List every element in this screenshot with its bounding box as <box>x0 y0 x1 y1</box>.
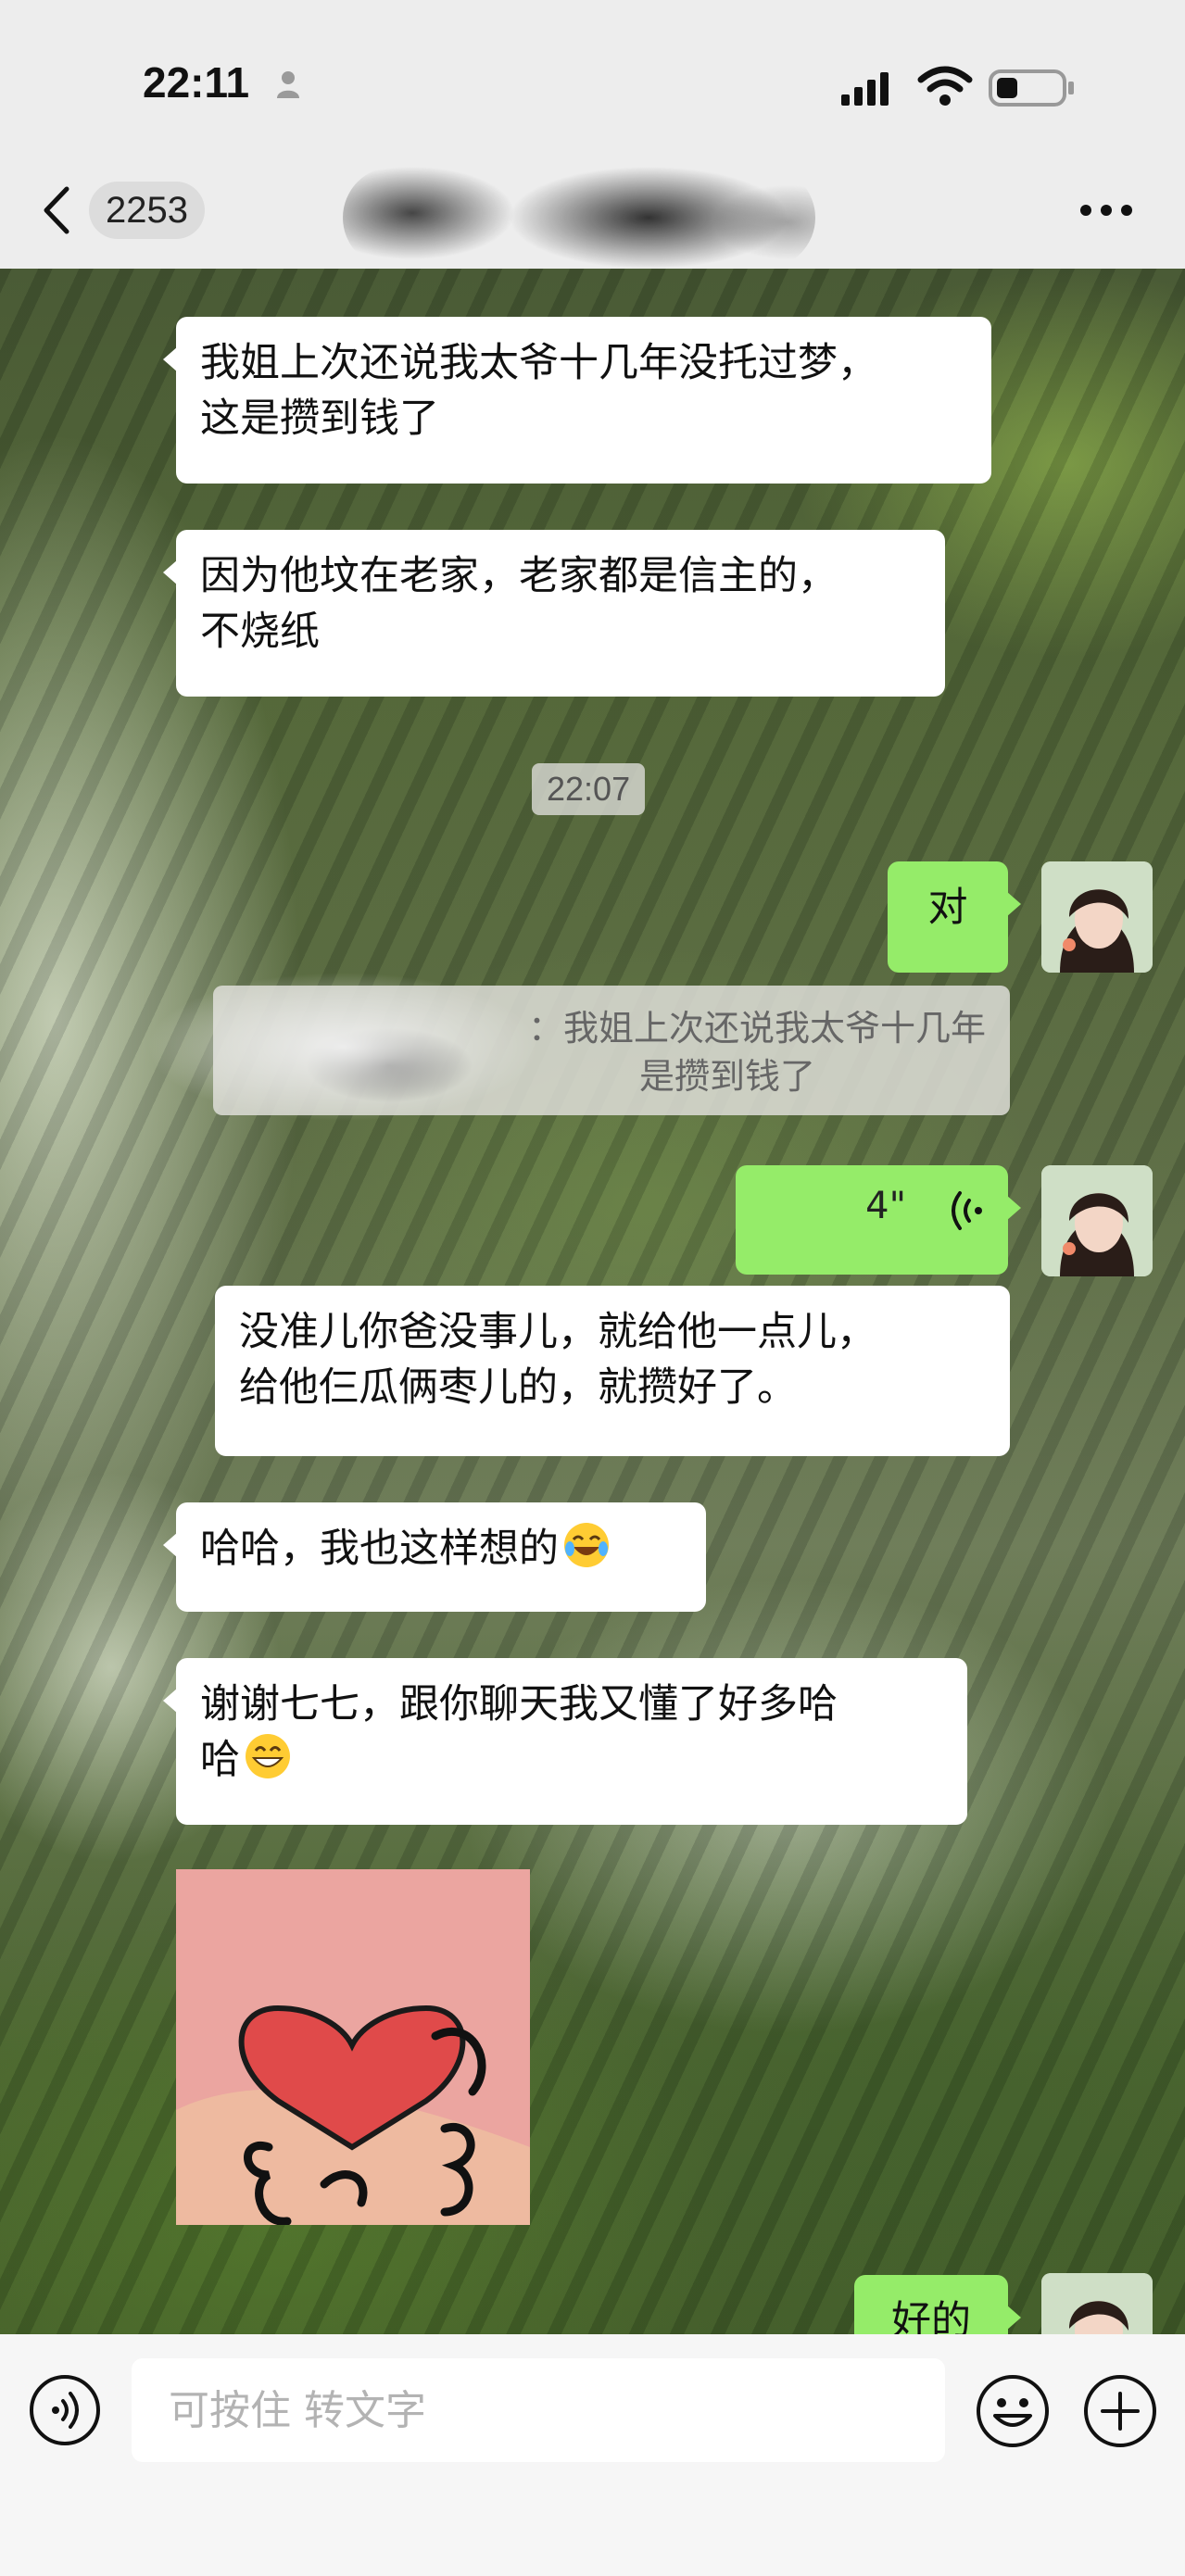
avatar[interactable] <box>1041 1165 1153 1276</box>
voice-duration: 4" <box>865 1185 906 1227</box>
message-text: 哈 <box>200 1737 240 1783</box>
voice-input-button[interactable] <box>28 2373 102 2447</box>
quote-sender-redacted <box>148 954 537 1139</box>
avatar-image <box>1041 1165 1153 1276</box>
message-text: 谢谢七七，跟你聊天我又懂了好多哈 <box>200 1681 838 1728</box>
status-time: 22:11 <box>143 58 250 107</box>
unread-count[interactable]: 2253 <box>89 182 205 239</box>
quote-text: 是攒到钱了 <box>639 1056 816 1097</box>
message-bubble[interactable]: 谢谢七七，跟你聊天我又懂了好多哈 哈 <box>163 1658 967 1825</box>
message-text: 我姐上次还说我太爷十几年没托过梦， <box>200 340 877 386</box>
message-text: 没准儿你爸没事儿，就给他一点儿， <box>239 1309 876 1355</box>
avatar[interactable] <box>1041 861 1153 973</box>
wifi-icon <box>917 66 973 106</box>
message-bubble[interactable]: 对 <box>888 861 1021 973</box>
back-icon[interactable] <box>41 185 72 235</box>
voice-message[interactable]: 4" <box>736 1165 1021 1275</box>
message-text: 不烧纸 <box>200 609 320 655</box>
avatar-image <box>1041 861 1153 973</box>
battery-icon <box>989 69 1074 107</box>
heart-hands-sticker[interactable] <box>176 1869 530 2225</box>
message-bubble[interactable]: 哈哈，我也这样想的 <box>163 1502 706 1612</box>
voice-wave-icon <box>952 1191 982 1230</box>
message-text: 这是攒到钱了 <box>200 396 439 442</box>
tears-of-joy-emoji <box>564 1523 609 1567</box>
message-text: 因为他坟在老家，老家都是信主的， <box>200 553 838 599</box>
message-bubble[interactable]: 因为他坟在老家，老家都是信主的， 不烧纸 <box>163 530 945 697</box>
signal-icon <box>841 72 889 106</box>
message-text: 哈哈，我也这样想的 <box>200 1526 559 1572</box>
message-text: 给他仨瓜俩枣儿的，就攒好了。 <box>239 1364 797 1411</box>
timestamp: 22:07 <box>532 763 646 815</box>
message-text: 对 <box>927 885 968 931</box>
message-bubble[interactable]: 我姐上次还说我太爷十几年没托过梦， 这是攒到钱了 <box>163 317 991 484</box>
grinning-emoji <box>246 1734 290 1778</box>
message-bubble[interactable]: 没准儿你爸没事儿，就给他一点儿， 给他仨瓜俩枣儿的，就攒好了。 <box>215 1286 1010 1456</box>
person-icon <box>277 71 299 98</box>
contact-name-redacted <box>343 167 815 269</box>
quote-text: ：我姐上次还说我太爷十几年 <box>528 1008 987 1049</box>
emoji-button[interactable] <box>975 2373 1051 2449</box>
message-input[interactable] <box>132 2358 945 2462</box>
more-icon[interactable] <box>1078 204 1134 217</box>
plus-button[interactable] <box>1082 2373 1158 2449</box>
